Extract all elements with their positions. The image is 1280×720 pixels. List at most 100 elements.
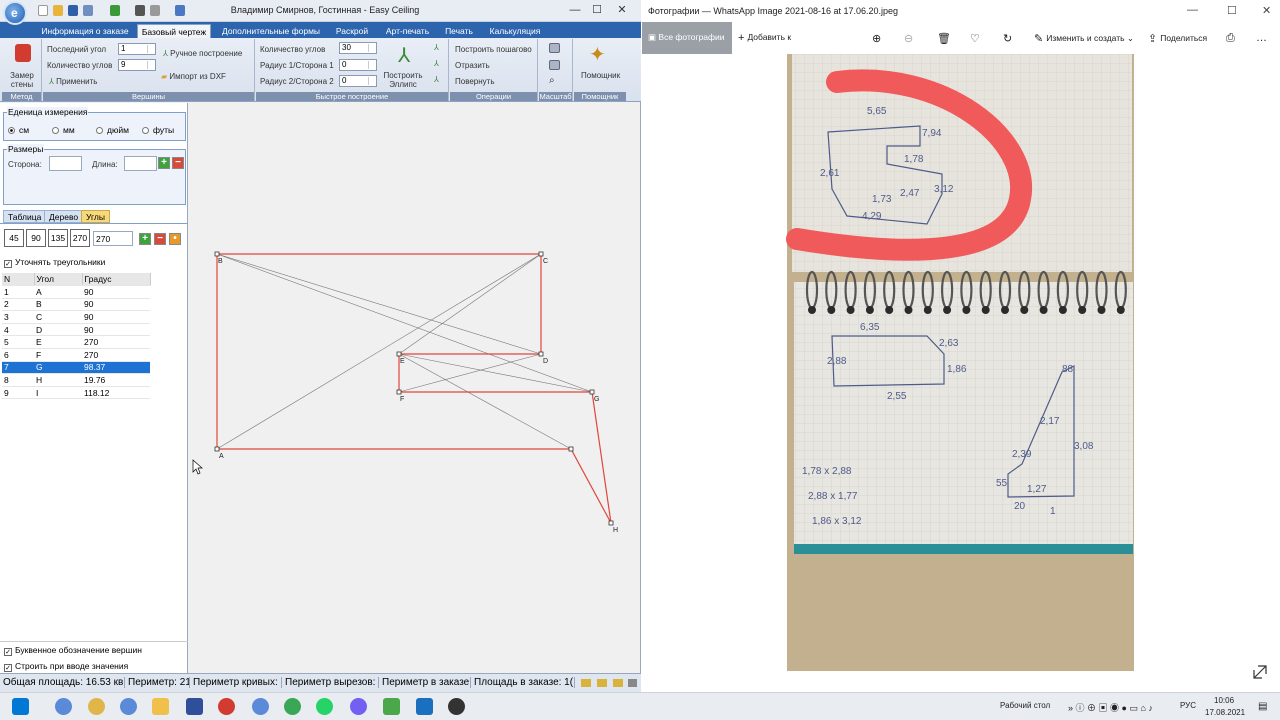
length-input[interactable]	[124, 156, 157, 171]
clock-time[interactable]: 10:06	[1214, 696, 1234, 705]
tab-angles[interactable]: Углы	[81, 210, 111, 223]
zoom-fit-icon[interactable]	[549, 43, 560, 53]
rotate-button[interactable]: Повернуть	[455, 77, 495, 86]
app-taskbar-icon[interactable]	[88, 698, 105, 715]
open-folder-icon[interactable]	[53, 5, 63, 16]
file-explorer-icon[interactable]	[152, 698, 169, 715]
remove-icon[interactable]: −	[172, 157, 184, 169]
minimize-button[interactable]: —	[1187, 4, 1198, 16]
tray-icons[interactable]: » ⓘ ⊕ ▣ ◉ ● ▭ ⌂ ♪	[1068, 701, 1153, 714]
favorite-button[interactable]: ♡	[970, 32, 983, 45]
tab-order-info[interactable]: Информация о заказе	[38, 24, 132, 38]
whatsapp-icon[interactable]	[316, 698, 333, 715]
angle-input[interactable]: 270	[93, 231, 133, 246]
close-button[interactable]: ✕	[612, 3, 632, 17]
table-row[interactable]: 5 E 270	[2, 335, 150, 350]
table-row[interactable]: 2 B 90	[2, 298, 150, 312]
hand-icon[interactable]	[150, 5, 160, 16]
angle-45-button[interactable]: 45	[4, 229, 24, 247]
language-indicator[interactable]: РУС	[1180, 701, 1196, 710]
tab-base-drawing[interactable]: Базовый чертеж	[137, 24, 211, 38]
table-row[interactable]: 1 A 90	[2, 285, 150, 299]
clock-date[interactable]: 17.08.2021	[1205, 708, 1245, 717]
easy-ceiling-taskbar-icon[interactable]	[120, 698, 137, 715]
tab-calculation[interactable]: Калькуляция	[484, 24, 546, 38]
mirror-button[interactable]: Отразить	[455, 61, 490, 70]
table-row[interactable]: 7 G 98.37	[2, 361, 150, 375]
vertex-handle[interactable]	[608, 520, 614, 526]
app-taskbar-icon[interactable]	[448, 698, 465, 715]
vertex-handle[interactable]	[214, 251, 220, 257]
table-row[interactable]: 3 C 90	[2, 310, 150, 324]
table-row[interactable]: 4 D 90	[2, 323, 150, 337]
table-row[interactable]: 8 H 19.76	[2, 373, 150, 387]
tab-extra-shapes[interactable]: Дополнительные формы	[218, 24, 324, 38]
close-button[interactable]: ✕	[1262, 4, 1271, 17]
notifications-icon[interactable]: ▤	[1258, 701, 1267, 712]
photo-viewer[interactable]: 5,65 7,94 2,61 1,78 3,12 4,29 1,73 2,47 2,55 6,35…	[642, 54, 1280, 692]
vertex-handle[interactable]	[568, 446, 574, 452]
angle-135-button[interactable]: 135	[48, 229, 68, 247]
zoom-icon[interactable]: ⌕	[549, 75, 555, 86]
unit-feet-radio[interactable]: футы	[142, 125, 174, 135]
import-dxf-button[interactable]: ▰ Импорт из DXF	[161, 72, 226, 81]
vertex-handle[interactable]	[396, 389, 402, 395]
share-button[interactable]: ⇪ Поделиться	[1148, 32, 1207, 45]
vertex-handle[interactable]	[538, 251, 544, 257]
print-button[interactable]: ⎙	[1226, 32, 1238, 45]
start-icon[interactable]	[12, 698, 29, 715]
resize-grip-icon[interactable]	[628, 679, 637, 687]
zoom-in-button[interactable]: ⊕	[872, 32, 884, 45]
add-icon[interactable]: +	[158, 157, 170, 169]
manual-build-button[interactable]: ⅄ Ручное построение	[163, 49, 242, 58]
chrome-icon[interactable]	[284, 698, 301, 715]
settings-icon[interactable]: •	[169, 233, 181, 245]
table-row[interactable]: 6 F 270	[2, 348, 150, 362]
app-logo-icon[interactable]: e	[3, 1, 27, 25]
remove-icon[interactable]: −	[154, 233, 166, 245]
tab-art-print[interactable]: Арт-печать	[380, 24, 435, 38]
vertex-handle[interactable]	[396, 351, 402, 357]
apply-button[interactable]: ⅄ Применить	[49, 77, 97, 86]
vertex-handle[interactable]	[538, 351, 544, 357]
helper-button[interactable]: Помощник	[581, 71, 620, 80]
wall-measure-icon[interactable]	[15, 44, 31, 62]
build-on-input-checkbox[interactable]: ✓ Строить при вводе значения	[4, 661, 128, 672]
ceiling-drawing[interactable]: A B C D E F G H	[189, 103, 640, 673]
unit-inch-radio[interactable]: дюйм	[96, 125, 129, 135]
radius1-input[interactable]: 0	[339, 59, 377, 71]
angle-270-button[interactable]: 270	[70, 229, 90, 247]
letter-labels-checkbox[interactable]: ✓ Буквенное обозначение вершин	[4, 645, 142, 656]
status-icon[interactable]	[613, 679, 623, 687]
photos-app-icon[interactable]	[416, 698, 433, 715]
side-input[interactable]	[49, 156, 82, 171]
add-to-button[interactable]: + Добавить к	[738, 32, 791, 44]
easy-ceiling-taskbar-icon[interactable]	[252, 698, 269, 715]
compass-small-icon[interactable]: ⅄	[434, 75, 439, 84]
edit-create-button[interactable]: ✎ Изменить и создать ⌄	[1034, 32, 1134, 45]
print-icon[interactable]	[83, 5, 93, 16]
magic-wand-icon[interactable]: ✦	[589, 42, 606, 67]
qat-dropdown-icon[interactable]	[175, 5, 185, 16]
table-row[interactable]: 9 I 118.12	[2, 386, 150, 400]
save-icon[interactable]	[68, 5, 78, 16]
binoculars-icon[interactable]	[135, 5, 145, 16]
refine-triangles-checkbox[interactable]: ✓ Уточнять треугольники	[4, 257, 105, 268]
step-build-button[interactable]: Построить пошагово	[455, 45, 532, 54]
ceiling-outline[interactable]	[216, 253, 612, 524]
unit-cm-radio[interactable]: см	[8, 125, 29, 135]
app-taskbar-icon[interactable]	[218, 698, 235, 715]
compass-small-icon[interactable]: ⅄	[434, 43, 439, 52]
fullscreen-icon[interactable]	[1253, 665, 1267, 679]
tab-print[interactable]: Печать	[441, 24, 477, 38]
desktop-label[interactable]: Рабочий стол	[1000, 701, 1050, 710]
status-icon[interactable]	[581, 679, 591, 687]
all-photos-button[interactable]: ▣ Все фотографии	[642, 22, 732, 54]
drawing-canvas[interactable]: A B C D E F G H	[189, 103, 640, 673]
quick-count-input[interactable]: 30	[339, 42, 377, 54]
list-icon[interactable]	[110, 5, 120, 16]
viber-icon[interactable]	[350, 698, 367, 715]
wall-measure-button[interactable]: Замер стены	[5, 71, 39, 89]
last-angle-input[interactable]: 1	[118, 43, 156, 55]
add-icon[interactable]: +	[139, 233, 151, 245]
